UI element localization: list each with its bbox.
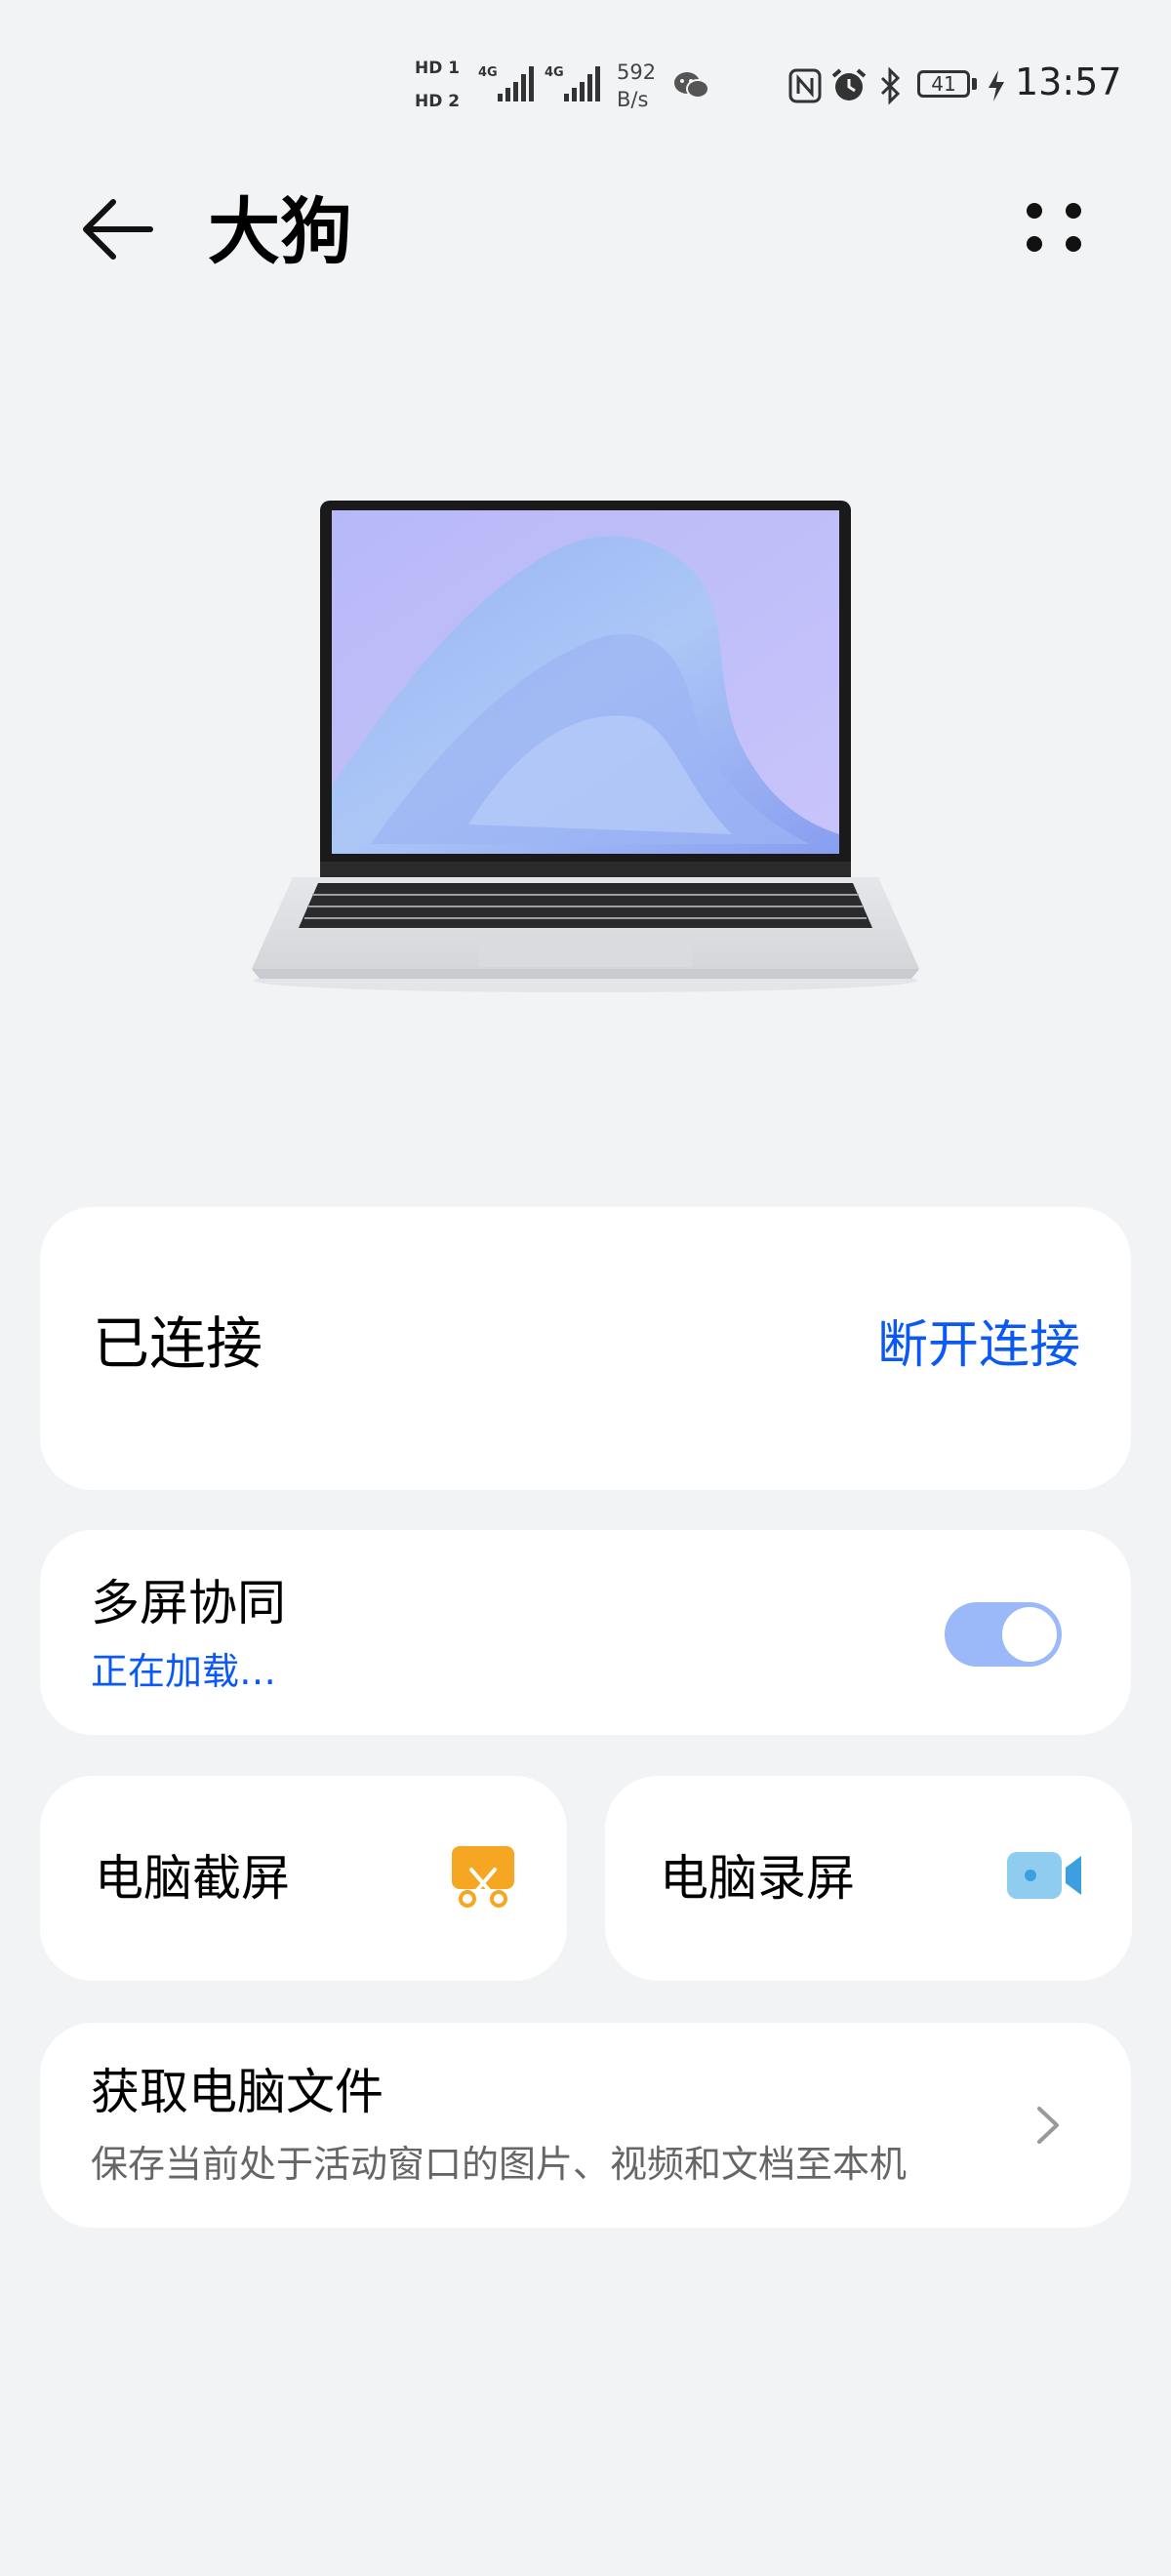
sim1-hd-badge: HD 1	[415, 59, 461, 78]
video-camera-icon	[1007, 1852, 1081, 1899]
pc-screenshot-label: 电脑截屏	[95, 1850, 290, 1907]
svg-text:4G: 4G	[478, 65, 498, 80]
status-time: 13:57	[1015, 60, 1122, 103]
svg-text:4G: 4G	[545, 65, 564, 80]
nfc-icon	[788, 68, 822, 103]
arrow-left-icon	[83, 199, 153, 260]
get-pc-files-title: 获取电脑文件	[91, 2064, 384, 2120]
more-dots-icon	[1027, 203, 1081, 252]
sim2-hd-badge: HD 2	[415, 92, 461, 111]
battery-tip	[972, 78, 977, 90]
bluetooth-icon	[880, 66, 901, 105]
network-speed-unit: B/s	[617, 88, 649, 111]
toggle-knob	[1002, 1607, 1057, 1662]
network-speed-value: 592	[617, 60, 657, 84]
get-pc-files-subtitle: 保存当前处于活动窗口的图片、视频和文档至本机	[91, 2143, 908, 2186]
pc-record-label: 电脑录屏	[660, 1850, 855, 1907]
sim-indicators: HD 1 HD 2	[415, 57, 460, 123]
wechat-icon	[674, 72, 709, 99]
battery-indicator: 41	[917, 70, 970, 98]
charging-icon	[989, 70, 1004, 101]
pc-record-button[interactable]: 电脑录屏	[605, 1776, 1132, 1981]
multiscreen-toggle[interactable]	[945, 1602, 1062, 1667]
multiscreen-card: 多屏协同 正在加载…	[40, 1530, 1131, 1735]
alarm-icon	[831, 68, 867, 101]
signal-strength-icon-2: 4G	[545, 65, 600, 101]
chevron-right-icon	[1037, 2107, 1059, 2144]
connection-status: 已连接	[93, 1310, 263, 1377]
scissors-screenshot-icon	[452, 1846, 514, 1908]
get-pc-files-item[interactable]: 获取电脑文件 保存当前处于活动窗口的图片、视频和文档至本机	[40, 2023, 1131, 2228]
network-speed: 592 B/s	[617, 59, 656, 113]
pc-screenshot-button[interactable]: 电脑截屏	[40, 1776, 567, 1981]
laptop-image	[224, 493, 947, 1000]
page-title: 大狗	[208, 190, 352, 274]
status-bar: HD 1 HD 2 4G 4G 592 B/s 41 13:57	[0, 0, 1171, 146]
connection-card: 已连接 断开连接	[40, 1207, 1131, 1490]
more-options-button[interactable]	[1015, 193, 1093, 262]
signal-strength-icon-1: 4G	[478, 65, 534, 101]
multiscreen-title: 多屏协同	[91, 1575, 286, 1631]
multiscreen-status: 正在加载…	[91, 1650, 277, 1693]
disconnect-button[interactable]: 断开连接	[877, 1307, 1080, 1385]
back-button[interactable]	[78, 190, 156, 268]
